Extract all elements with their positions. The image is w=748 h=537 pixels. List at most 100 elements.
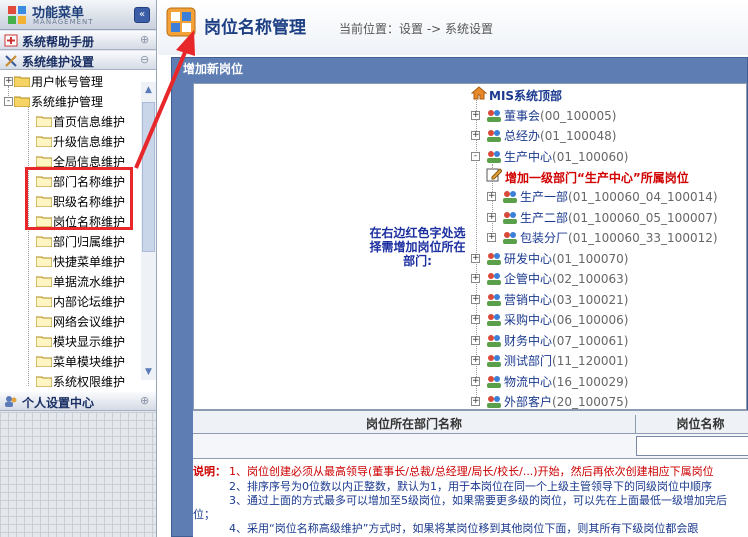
page-header: 岗位名称管理 当前位置：设置 -> 系统设置 [158,0,748,55]
expand-icon[interactable]: + [4,77,13,86]
org-name: 采购中心 [504,313,553,327]
org-name: 营销中心 [504,293,553,307]
tree-label: 模块显示维护 [53,335,126,349]
section-toggle-icon[interactable]: ⊕ [140,394,149,407]
sidebar-header: 功能菜单 MANAGEMENT « [0,0,156,30]
org-tree-root[interactable]: MIS系统顶部 [489,87,562,104]
collapse-sidebar-button[interactable]: « [134,7,150,23]
section-label: 个人设置中心 [22,396,95,410]
sidebar-tree: + 用户帐号管理 - 系统维护管理 首页信息维护 升级信息维护 全局信息维护 部… [0,70,156,392]
org-name: 包装分厂 [520,231,569,245]
tree-label: 职级名称维护 [53,195,126,209]
people-icon [503,191,517,203]
instruction-line: 4、采用“岗位名称高级维护”方式时，如果将某岗位移到其他岗位下面，则其所有下级岗… [229,522,699,535]
help-icon [4,34,18,47]
org-code: (16_100029) [552,375,629,389]
folder-icon [36,136,52,147]
select-department-prompt: 在右边红色字处选择需增加岗位所在部门: [369,226,466,268]
collapse-icon[interactable]: - [4,97,13,106]
tree-label: 首页信息维护 [53,115,126,129]
tree-label: 菜单模块维护 [53,355,126,369]
expand-icon[interactable]: + [471,315,480,324]
org-name: 财务中心 [504,334,553,348]
expand-icon[interactable]: + [471,377,480,386]
expand-icon[interactable]: + [487,233,496,242]
page-logo-icon [166,7,196,37]
org-name: 生产中心 [504,150,553,164]
tools-icon [5,55,17,67]
people-icon [487,253,501,265]
tree-label: 系统权限维护 [53,375,126,389]
section-personal-settings[interactable]: 个人设置中心 ⊕ [0,392,156,411]
org-code: (03_100021) [552,293,629,307]
add-position-link[interactable]: 增加一级部门“生产中心”所属岗位 [505,169,689,186]
org-name: 外部客户 [504,395,553,409]
section-help-manual[interactable]: 系统帮助手册 ⊕ [0,31,156,50]
scroll-down-icon[interactable]: ▼ [142,366,155,378]
edit-icon [486,168,502,182]
people-icon [487,335,501,347]
people-icon [487,294,501,306]
app-window: 功能菜单 MANAGEMENT « 系统帮助手册 ⊕ 系统维护设置 ⊖ + 用户… [0,0,748,537]
org-name: 测试部门 [504,354,553,368]
instruction-line: 位； [193,508,215,521]
org-name: 研发中心 [504,252,553,266]
expand-icon[interactable]: + [471,356,480,365]
folder-icon [36,236,52,247]
org-name: 生产二部 [520,211,569,225]
org-name: 生产一部 [520,190,569,204]
folder-icon [36,296,52,307]
people-icon [487,355,501,367]
expand-icon[interactable]: + [471,336,480,345]
scroll-up-icon[interactable]: ▲ [142,84,155,96]
folder-open-icon [14,96,30,107]
expand-icon[interactable]: + [471,111,480,120]
menu-logo-icon [8,6,26,24]
section-toggle-icon[interactable]: ⊖ [140,53,149,66]
folder-icon [36,336,52,347]
scroll-thumb[interactable] [142,102,155,252]
expand-icon[interactable]: + [487,213,496,222]
expand-icon[interactable]: + [471,295,480,304]
sidebar: 功能菜单 MANAGEMENT « 系统帮助手册 ⊕ 系统维护设置 ⊖ + 用户… [0,0,157,537]
org-code: (00_100005) [540,109,617,123]
expand-icon[interactable]: + [471,274,480,283]
tree-label: 升级信息维护 [53,135,126,149]
folder-icon [36,276,52,287]
position-name-input[interactable] [636,436,748,456]
org-code: (01_100060_04_100014) [568,190,718,204]
org-code: (06_100006) [552,313,629,327]
org-code: (01_100060_05_100007) [568,211,718,225]
section-toggle-icon[interactable]: ⊕ [140,33,149,46]
people-icon [503,212,517,224]
org-code: (01_100060) [552,150,629,164]
org-name: 企管中心 [504,272,553,286]
tree-label: 单据流水维护 [53,275,126,289]
home-icon [471,86,487,100]
breadcrumb: 当前位置：设置 -> 系统设置 [339,22,494,36]
folder-icon [36,256,52,267]
column-department-name: 岗位所在部门名称 [365,417,462,431]
org-code: (01_100048) [540,129,617,143]
expand-icon[interactable]: + [471,131,480,140]
expand-icon[interactable]: + [487,192,496,201]
collapse-icon[interactable]: - [471,152,480,161]
expand-icon[interactable]: + [471,254,480,263]
instructions: 说明： 1、岗位创建必须从最高领导(董事长/总裁/总经理/局长/校长/...)开… [193,459,748,537]
position-table-header: 岗位所在部门名称 岗位名称 [193,410,748,438]
folder-icon [36,356,52,367]
department-selector [193,83,747,410]
tree-label: 内部论坛维护 [53,295,126,309]
section-system-maintenance[interactable]: 系统维护设置 ⊖ [0,51,156,70]
tree-label: 部门归属维护 [53,235,126,249]
people-icon [487,314,501,326]
tree-label: 部门名称维护 [53,175,126,189]
folder-icon [36,176,52,187]
sidebar-empty-area [0,412,156,537]
tree-scrollbar[interactable]: ▲ ▼ [141,82,156,380]
people-icon [503,232,517,244]
sidebar-subtitle: MANAGEMENT [33,18,94,26]
folder-icon [36,316,52,327]
tree-label: 系统维护管理 [31,95,104,109]
expand-icon[interactable]: + [471,397,480,406]
